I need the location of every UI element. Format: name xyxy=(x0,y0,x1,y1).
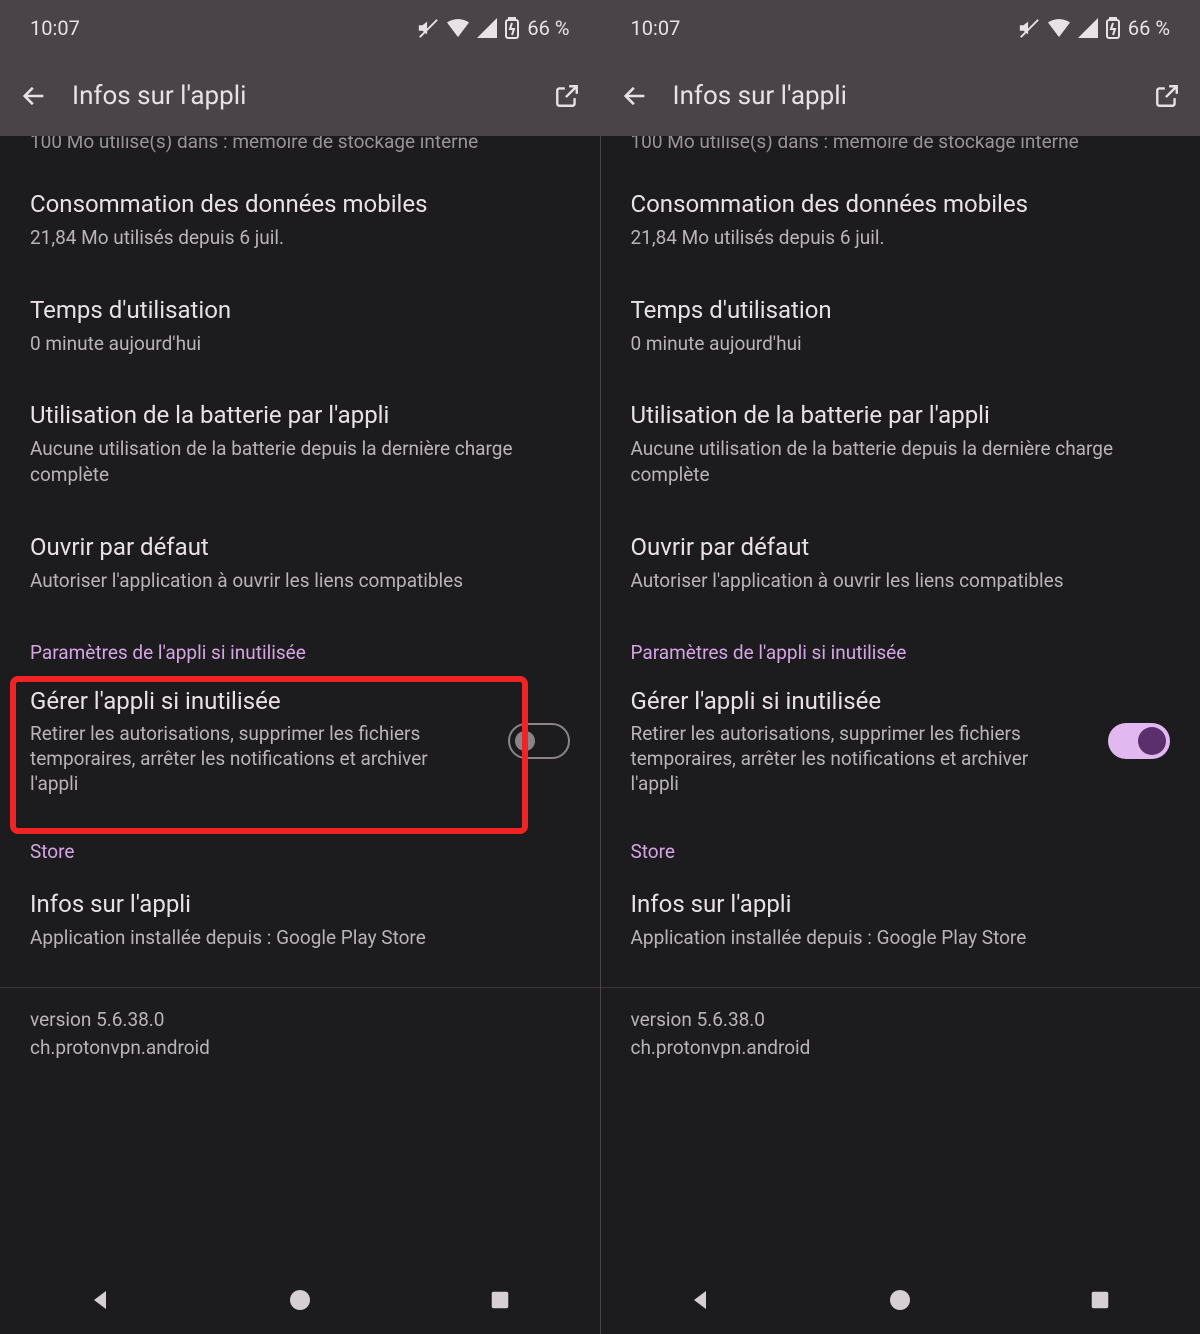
nav-home-button[interactable] xyxy=(287,1287,313,1313)
screen-time-row[interactable]: Temps d'utilisation 0 minute aujourd'hui xyxy=(30,273,570,379)
arrow-left-icon xyxy=(20,82,48,110)
back-button[interactable] xyxy=(621,82,649,110)
footer-info: version 5.6.38.0 ch.protonvpn.android xyxy=(30,988,570,1081)
row-title: Utilisation de la batterie par l'appli xyxy=(631,400,1171,430)
screenshot-right: 10:07 66 % Infos sur l'appli 100 Mo util… xyxy=(601,0,1200,1334)
appbar: Infos sur l'appli xyxy=(0,56,600,136)
app-info-row[interactable]: Infos sur l'appli Application installée … xyxy=(631,867,1171,973)
nav-recent-button[interactable] xyxy=(487,1287,513,1313)
row-sub: 0 minute aujourd'hui xyxy=(631,331,1171,357)
open-external-button[interactable] xyxy=(1154,83,1180,109)
storage-row-clipped[interactable]: 100 Mo utilise(s) dans : memoire de stoc… xyxy=(30,136,570,167)
row-sub: Aucune utilisation de la batterie depuis… xyxy=(30,436,570,487)
section-header-store: Store xyxy=(631,814,1171,867)
battery-usage-row[interactable]: Utilisation de la batterie par l'appli A… xyxy=(631,378,1171,509)
appbar-title: Infos sur l'appli xyxy=(673,81,1131,111)
section-header-unused: Paramètres de l'appli si inutilisée xyxy=(30,615,570,668)
data-usage-row[interactable]: Consommation des données mobiles 21,84 M… xyxy=(631,167,1171,273)
package-text: ch.protonvpn.android xyxy=(631,1034,1171,1063)
row-title: Consommation des données mobiles xyxy=(30,189,570,219)
row-sub: Autoriser l'application à ouvrir les lie… xyxy=(30,568,570,594)
manage-unused-row[interactable]: Gérer l'appli si inutilisée Retirer les … xyxy=(30,668,570,814)
row-title: Infos sur l'appli xyxy=(631,889,1171,919)
statusbar: 10:07 66 % xyxy=(0,0,600,56)
row-sub: Retirer les autorisations, supprimer les… xyxy=(30,722,490,796)
battery-charging-icon xyxy=(505,17,519,39)
navbar xyxy=(0,1266,600,1334)
open-external-icon xyxy=(1154,83,1180,109)
nav-home-button[interactable] xyxy=(887,1287,913,1313)
row-title: Temps d'utilisation xyxy=(631,295,1171,325)
appbar: Infos sur l'appli xyxy=(601,56,1200,136)
row-title: Temps d'utilisation xyxy=(30,295,570,325)
mute-icon xyxy=(1018,17,1040,39)
row-sub: 21,84 Mo utilisés depuis 6 juil. xyxy=(30,225,570,251)
wifi-icon xyxy=(447,18,469,38)
footer-info: version 5.6.38.0 ch.protonvpn.android xyxy=(631,988,1171,1081)
manage-unused-toggle[interactable] xyxy=(508,723,570,759)
triangle-left-icon xyxy=(88,1288,112,1312)
row-title: Consommation des données mobiles xyxy=(631,189,1171,219)
battery-charging-icon xyxy=(1106,17,1120,39)
content: 100 Mo utilise(s) dans : memoire de stoc… xyxy=(601,136,1200,1266)
statusbar: 10:07 66 % xyxy=(601,0,1200,56)
data-usage-row[interactable]: Consommation des données mobiles 21,84 M… xyxy=(30,167,570,273)
battery-usage-row[interactable]: Utilisation de la batterie par l'appli A… xyxy=(30,378,570,509)
square-icon xyxy=(1089,1289,1111,1311)
nav-back-button[interactable] xyxy=(87,1287,113,1313)
row-title: Ouvrir par défaut xyxy=(30,532,570,562)
navbar xyxy=(601,1266,1200,1334)
row-sub: 0 minute aujourd'hui xyxy=(30,331,570,357)
status-icons: 66 % xyxy=(417,16,569,40)
manage-unused-row[interactable]: Gérer l'appli si inutilisée Retirer les … xyxy=(631,668,1171,814)
nav-recent-button[interactable] xyxy=(1087,1287,1113,1313)
screen-time-row[interactable]: Temps d'utilisation 0 minute aujourd'hui xyxy=(631,273,1171,379)
nav-back-button[interactable] xyxy=(687,1287,713,1313)
storage-row-clipped[interactable]: 100 Mo utilise(s) dans : memoire de stoc… xyxy=(631,136,1171,167)
version-text: version 5.6.38.0 xyxy=(30,1006,570,1035)
row-sub: Autoriser l'application à ouvrir les lie… xyxy=(631,568,1171,594)
status-battery: 66 % xyxy=(527,16,569,40)
arrow-left-icon xyxy=(621,82,649,110)
status-time: 10:07 xyxy=(30,16,80,40)
row-title: Ouvrir par défaut xyxy=(631,532,1171,562)
row-sub: Application installée depuis : Google Pl… xyxy=(30,925,570,951)
circle-icon xyxy=(888,1288,912,1312)
row-sub: Retirer les autorisations, supprimer les… xyxy=(631,722,1091,796)
open-external-button[interactable] xyxy=(554,83,580,109)
row-sub: Aucune utilisation de la batterie depuis… xyxy=(631,436,1171,487)
status-icons: 66 % xyxy=(1018,16,1170,40)
row-sub: Application installée depuis : Google Pl… xyxy=(631,925,1171,951)
section-header-store: Store xyxy=(30,814,570,867)
triangle-left-icon xyxy=(688,1288,712,1312)
appbar-title: Infos sur l'appli xyxy=(72,81,530,111)
open-by-default-row[interactable]: Ouvrir par défaut Autoriser l'applicatio… xyxy=(30,510,570,616)
row-title: Gérer l'appli si inutilisée xyxy=(30,686,490,716)
section-header-unused: Paramètres de l'appli si inutilisée xyxy=(631,615,1171,668)
status-time: 10:07 xyxy=(631,16,681,40)
open-by-default-row[interactable]: Ouvrir par défaut Autoriser l'applicatio… xyxy=(631,510,1171,616)
status-battery: 66 % xyxy=(1128,16,1170,40)
row-title: Infos sur l'appli xyxy=(30,889,570,919)
manage-unused-toggle[interactable] xyxy=(1108,723,1170,759)
circle-icon xyxy=(288,1288,312,1312)
mute-icon xyxy=(417,17,439,39)
signal-icon xyxy=(477,18,497,38)
back-button[interactable] xyxy=(20,82,48,110)
row-title: Gérer l'appli si inutilisée xyxy=(631,686,1091,716)
signal-icon xyxy=(1078,18,1098,38)
wifi-icon xyxy=(1048,18,1070,38)
row-title: Utilisation de la batterie par l'appli xyxy=(30,400,570,430)
open-external-icon xyxy=(554,83,580,109)
content: 100 Mo utilise(s) dans : memoire de stoc… xyxy=(0,136,600,1266)
row-sub: 21,84 Mo utilisés depuis 6 juil. xyxy=(631,225,1171,251)
package-text: ch.protonvpn.android xyxy=(30,1034,570,1063)
version-text: version 5.6.38.0 xyxy=(631,1006,1171,1035)
app-info-row[interactable]: Infos sur l'appli Application installée … xyxy=(30,867,570,973)
square-icon xyxy=(489,1289,511,1311)
screenshot-left: 10:07 66 % Infos sur l'appli 100 Mo util… xyxy=(0,0,600,1334)
